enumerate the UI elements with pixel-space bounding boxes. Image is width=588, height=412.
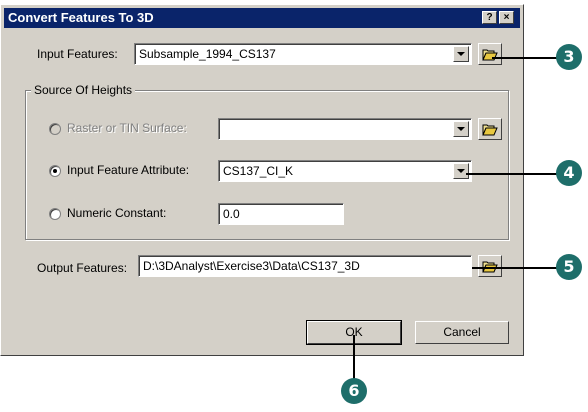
- input-features-label: Input Features:: [37, 47, 118, 61]
- help-button[interactable]: ?: [482, 11, 497, 24]
- output-features-input[interactable]: D:\3DAnalyst\Exercise3\Data\CS137_3D: [138, 255, 472, 277]
- callout-6-badge: 6: [341, 378, 367, 404]
- output-features-label: Output Features:: [37, 261, 128, 275]
- raster-tin-radio[interactable]: [49, 123, 61, 135]
- callout-4-line: [466, 173, 558, 175]
- input-features-browse-button[interactable]: [478, 43, 502, 65]
- open-folder-icon: [482, 261, 498, 273]
- raster-tin-browse-button[interactable]: [478, 118, 502, 140]
- feature-attribute-radio[interactable]: [49, 165, 61, 177]
- callout-3-line: [492, 57, 558, 59]
- numeric-constant-radio[interactable]: [49, 208, 61, 220]
- callout-3-badge: 3: [556, 44, 582, 70]
- source-of-heights-legend: Source Of Heights: [31, 83, 136, 97]
- callout-5-badge: 5: [556, 254, 582, 280]
- callout-6-line: [353, 335, 355, 379]
- feature-attribute-label: Input Feature Attribute:: [67, 163, 190, 177]
- close-button[interactable]: ×: [499, 11, 514, 24]
- raster-tin-label: Raster or TIN Surface:: [67, 121, 187, 135]
- callout-4-badge: 4: [556, 160, 582, 186]
- feature-attribute-dropdown[interactable]: CS137_CI_K: [218, 160, 472, 182]
- window-title: Convert Features To 3D: [8, 10, 154, 25]
- output-features-value: D:\3DAnalyst\Exercise3\Data\CS137_3D: [143, 259, 360, 273]
- input-features-value: Subsample_1994_CS137: [139, 47, 276, 61]
- raster-tin-dropdown[interactable]: [218, 118, 472, 140]
- radio-selected-dot: [53, 169, 57, 173]
- numeric-constant-label: Numeric Constant:: [67, 206, 167, 220]
- open-folder-icon: [482, 124, 498, 136]
- numeric-constant-input[interactable]: 0.0: [218, 203, 344, 225]
- callout-5-line: [472, 267, 558, 269]
- chevron-down-icon[interactable]: [453, 121, 469, 137]
- numeric-constant-value: 0.0: [223, 207, 240, 221]
- convert-features-dialog: Convert Features To 3D ? × Input Feature…: [0, 4, 524, 356]
- title-bar[interactable]: Convert Features To 3D ? ×: [4, 8, 520, 28]
- chevron-down-icon[interactable]: [453, 163, 469, 179]
- cancel-button[interactable]: Cancel: [415, 321, 509, 344]
- input-features-dropdown[interactable]: Subsample_1994_CS137: [134, 43, 472, 65]
- feature-attribute-value: CS137_CI_K: [223, 164, 294, 178]
- chevron-down-icon[interactable]: [453, 46, 469, 62]
- output-features-browse-button[interactable]: [478, 255, 502, 277]
